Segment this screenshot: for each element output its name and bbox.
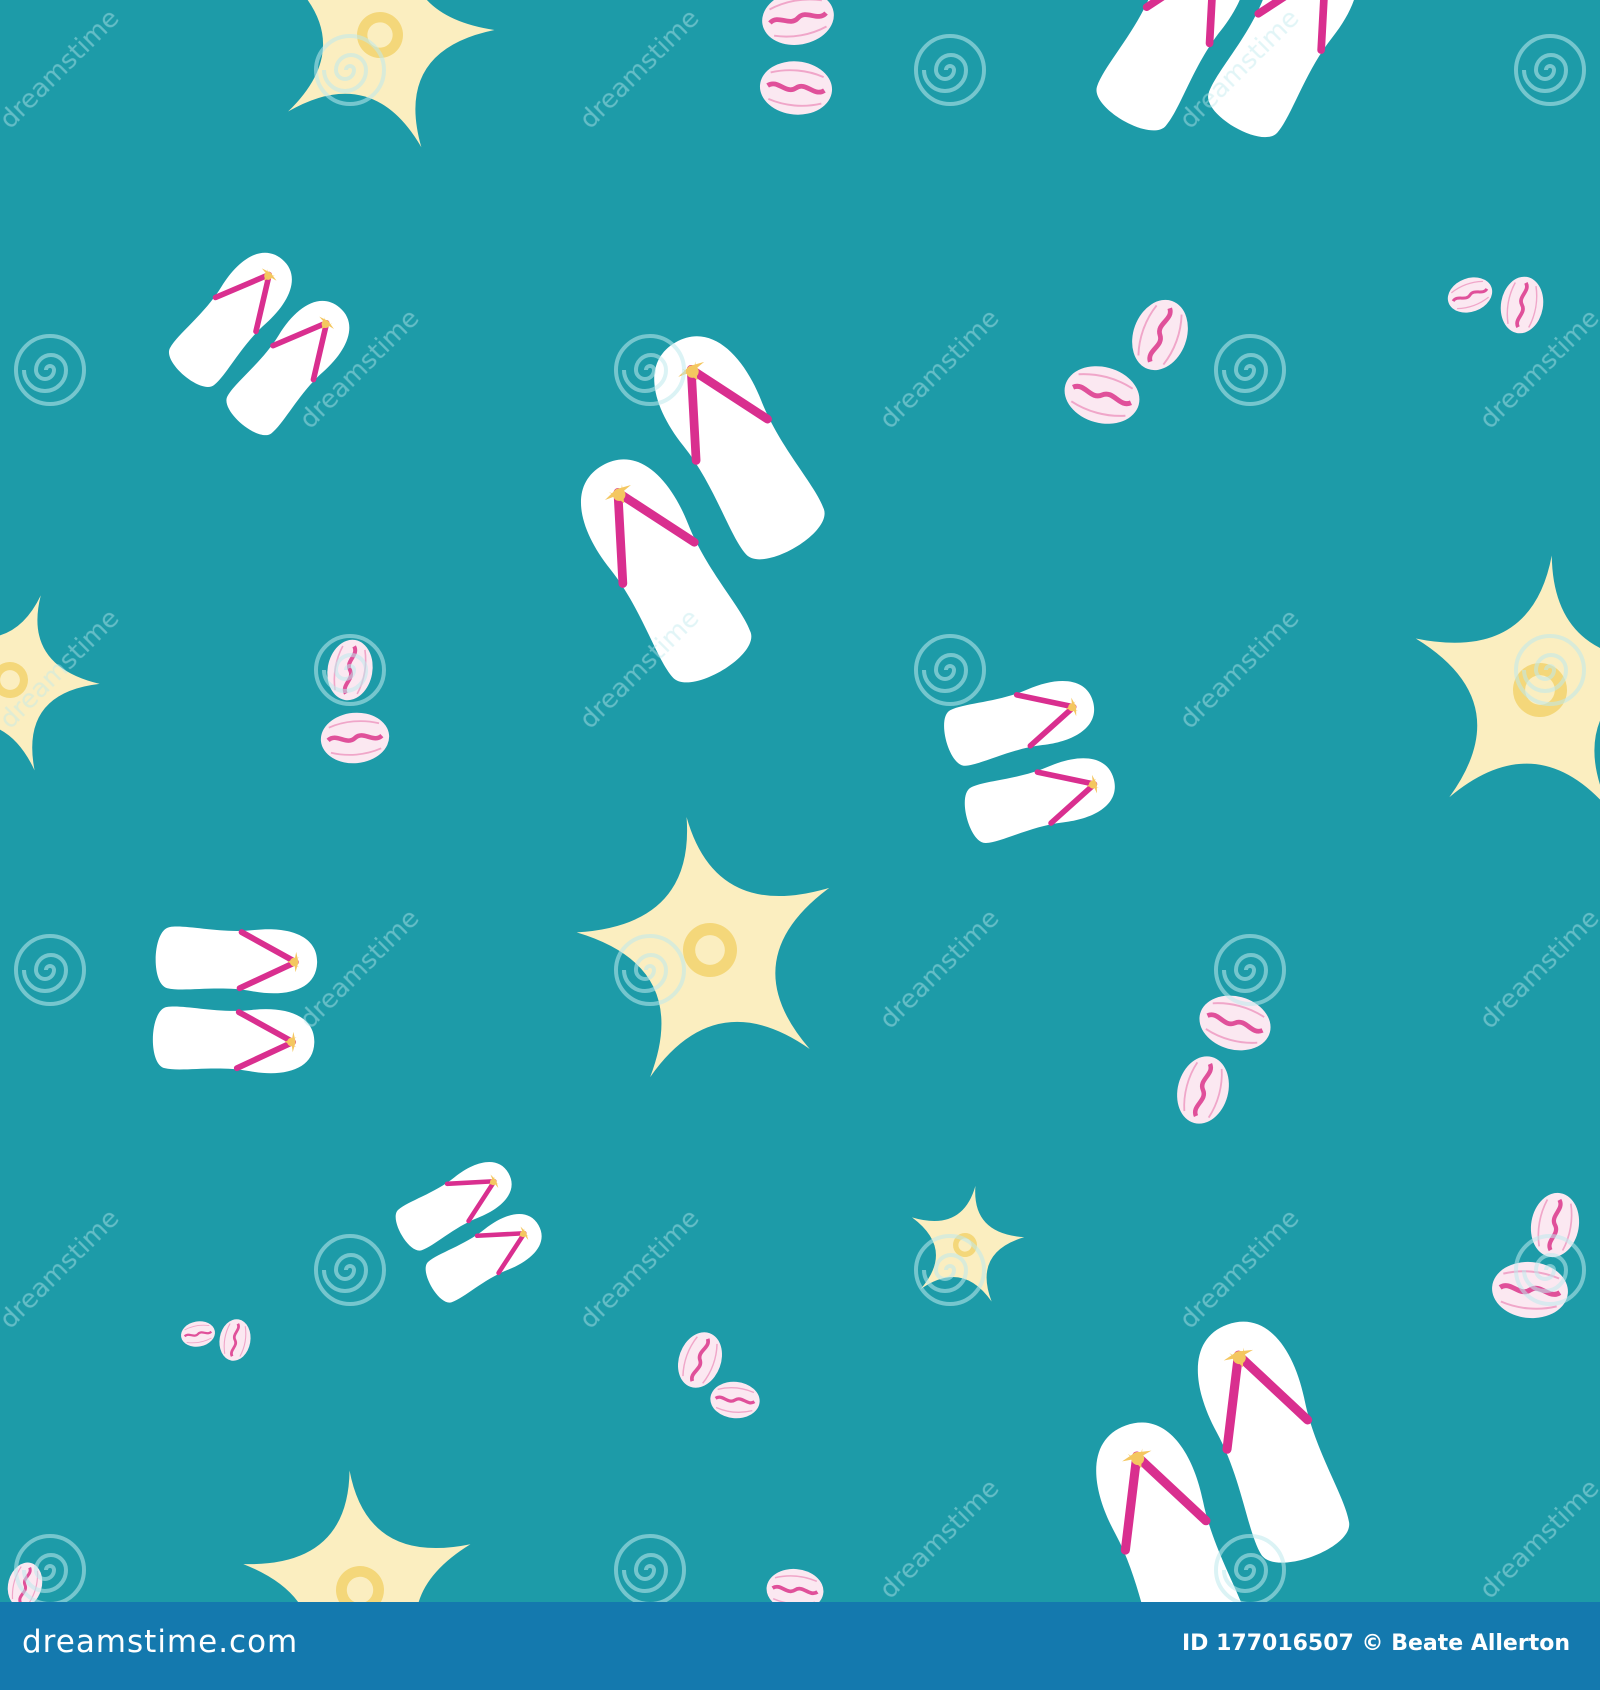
- beach-pattern: dreamstime dreamstime dreamstime dreamst…: [0, 0, 1600, 1602]
- image-canvas: dreamstime dreamstime dreamstime dreamst…: [0, 0, 1600, 1690]
- watermark-text: dreamstime: [0, 3, 125, 135]
- cowrie-shell: [762, 1564, 828, 1602]
- image-id: ID 177016507: [1181, 1631, 1354, 1656]
- spiral-icon: [14, 334, 86, 406]
- starfish: [1402, 544, 1600, 816]
- cowrie-shell: [323, 636, 378, 704]
- starfish: [560, 794, 857, 1086]
- watermark-text: dreamstime: [574, 1203, 706, 1335]
- flip-flop-pair-large-center: [527, 319, 871, 695]
- spiral-icon: [314, 1234, 386, 1306]
- image-credit: ID 177016507 © Beate Allerton: [1182, 1631, 1570, 1656]
- spiral-icon: [614, 1534, 686, 1602]
- spiral-icon: [1514, 34, 1586, 106]
- cowrie-shell: [1170, 1050, 1236, 1129]
- watermark-text: dreamstime: [1474, 903, 1600, 1035]
- footer-bar: dreamstime.com ID 177016507 © Beate Alle…: [0, 1602, 1600, 1690]
- watermark-text: dreamstime: [1474, 1473, 1600, 1602]
- watermark-text: dreamstime: [874, 1473, 1006, 1602]
- watermark-text: dreamstime: [874, 903, 1006, 1035]
- cowrie-shell: [1441, 269, 1499, 321]
- watermark-text: dreamstime: [1474, 303, 1600, 435]
- cowrie-shell: [1123, 292, 1198, 378]
- starfish: [235, 1460, 483, 1602]
- cowrie-shell: [1490, 1259, 1571, 1321]
- cowrie-shell: [214, 1315, 256, 1365]
- watermark-text: dreamstime: [1174, 603, 1306, 735]
- watermark-text: dreamstime: [1174, 1203, 1306, 1335]
- spiral-icon: [14, 934, 86, 1006]
- cowrie-shell: [668, 1324, 732, 1396]
- cowrie-shell: [758, 58, 835, 117]
- cowrie-shell: [319, 710, 392, 766]
- cowrie-shell: [758, 0, 838, 50]
- cowrie-shell: [177, 1317, 219, 1351]
- watermark-text: dreamstime: [0, 1203, 125, 1335]
- watermark-text: dreamstime: [874, 303, 1006, 435]
- spiral-icon: [914, 634, 986, 706]
- site-logo-text[interactable]: dreamstime.com: [22, 1624, 298, 1660]
- cowrie-shell: [1494, 271, 1550, 339]
- spiral-icon: [914, 34, 986, 106]
- cowrie-shell: [1058, 358, 1146, 432]
- spiral-icon: [1214, 934, 1286, 1006]
- watermark-text: dreamstime: [574, 3, 706, 135]
- cowrie-shell: [707, 1378, 763, 1422]
- spiral-icon: [1214, 334, 1286, 406]
- flip-flop-pair-small: [389, 1152, 550, 1308]
- flip-flop-pair-small: [152, 925, 318, 1075]
- author-credit: © Beate Allerton: [1361, 1631, 1570, 1656]
